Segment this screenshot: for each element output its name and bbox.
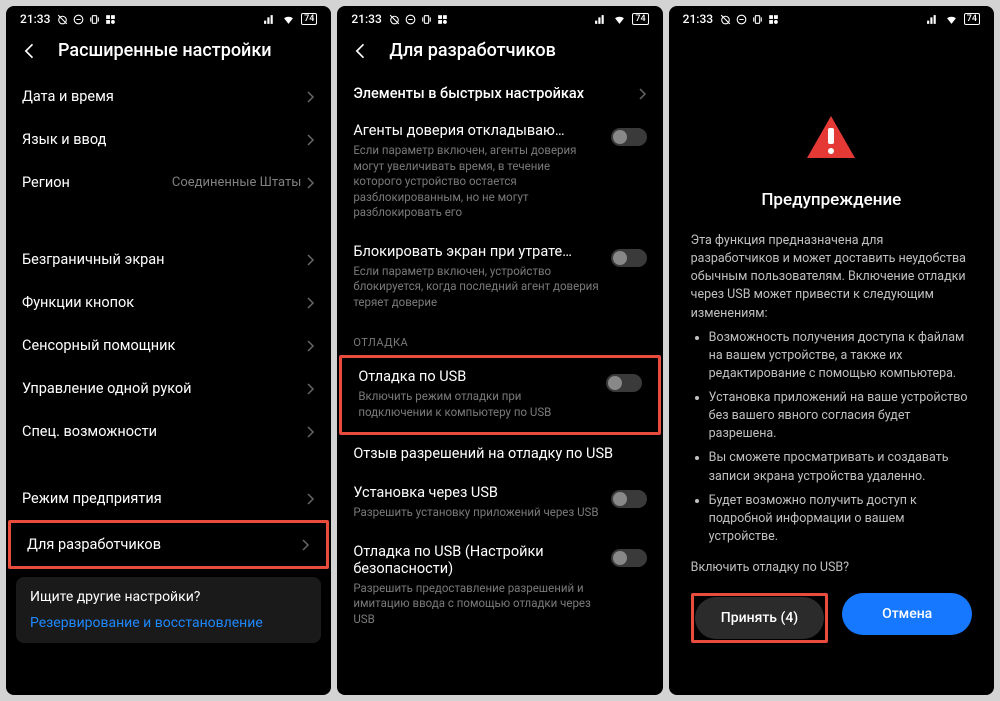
header: Для разработчиков [337, 28, 662, 75]
row-usb-debug-security[interactable]: Отладка по USB (Настройки безопасности) … [337, 533, 662, 640]
row-revoke-usb-auth[interactable]: Отзыв разрешений на отладку по USB [337, 435, 662, 474]
status-icons-left [719, 13, 780, 26]
battery-indicator: 74 [964, 13, 980, 25]
toggle-usb-debug[interactable] [606, 374, 642, 392]
row-region[interactable]: Регион Соединенные Штаты [6, 161, 331, 204]
vibrate-icon [420, 13, 433, 26]
accept-button[interactable]: Принять (4) [695, 597, 825, 639]
warning-icon [669, 114, 994, 162]
page-title: Для разработчиков [389, 40, 556, 61]
chevron-right-icon [307, 297, 315, 309]
section-debug-label: ОТЛАДКА [337, 322, 662, 355]
row-enterprise-mode[interactable]: Режим предприятия [6, 477, 331, 520]
row-usb-debugging[interactable]: Отладка по USB Включить режим отладки пр… [339, 355, 660, 435]
signal-icon [594, 13, 607, 26]
phone-screen-warning-dialog: 21:33 74 Предупреждение Эта функция пред… [669, 6, 994, 695]
status-time: 21:33 [683, 12, 713, 26]
toggle-install-usb[interactable] [611, 490, 647, 508]
dialog-bullet: Вы сможете просматривать и создавать зап… [709, 449, 972, 485]
hint-link[interactable]: Резервирование и восстановление [30, 615, 307, 631]
dialog-question: Включить отладку по USB? [669, 552, 994, 575]
chevron-right-icon [307, 134, 315, 146]
toggle-usb-security[interactable] [611, 549, 647, 567]
row-install-via-usb[interactable]: Установка через USB Разрешить установку … [337, 474, 662, 533]
wifi-icon [945, 13, 958, 26]
wifi-icon [613, 13, 626, 26]
vibrate-icon [751, 13, 764, 26]
row-touch-assistant[interactable]: Сенсорный помощник [6, 324, 331, 367]
status-icons-left [388, 13, 449, 26]
row-developer-options[interactable]: Для разработчиков [8, 520, 329, 569]
header: Расширенные настройки [6, 28, 331, 75]
dialog-bullet: Будет возможно получить доступ к подробн… [709, 492, 972, 546]
dialog-bullet: Возможность получения доступа к файлам н… [709, 329, 972, 383]
dialog-title: Предупреждение [669, 190, 994, 210]
toggle-lock-trust[interactable] [611, 249, 647, 267]
chevron-right-icon [639, 88, 647, 100]
status-icons-left [56, 13, 117, 26]
status-bar: 21:33 74 [669, 6, 994, 28]
wifi-icon [282, 13, 295, 26]
row-accessibility[interactable]: Спец. возможности [6, 410, 331, 453]
chevron-right-icon [302, 539, 310, 551]
alarm-off-icon [56, 13, 69, 26]
phone-screen-developer-options: 21:33 74 Для разработчиков Элементы в бы… [337, 6, 662, 695]
dnd-icon [72, 13, 85, 26]
chevron-right-icon [307, 340, 315, 352]
status-icons-right: 74 [926, 13, 980, 26]
chevron-right-icon [307, 383, 315, 395]
chevron-right-icon [307, 426, 315, 438]
vibrate-icon [88, 13, 101, 26]
phone-screen-advanced-settings: 21:33 74 Расширенные настройки Дата и вр… [6, 6, 331, 695]
cancel-button[interactable]: Отмена [842, 593, 972, 635]
chevron-right-icon [307, 493, 315, 505]
dialog-bullet: Установка приложений на ваше устройство … [709, 389, 972, 443]
signal-icon [926, 13, 939, 26]
dialog-intro: Эта функция предназначена для разработчи… [691, 232, 972, 323]
dnd-icon [735, 13, 748, 26]
chevron-right-icon [307, 91, 315, 103]
row-quick-settings-elements[interactable]: Элементы в быстрых настройках [337, 75, 662, 112]
back-icon[interactable] [351, 41, 371, 61]
signal-icon [263, 13, 276, 26]
dialog-bullet-list: Возможность получения доступа к файлам н… [691, 329, 972, 546]
app-icon [767, 13, 780, 26]
accept-button-highlight: Принять (4) [691, 593, 829, 643]
battery-indicator: 74 [301, 13, 317, 25]
back-icon[interactable] [20, 41, 40, 61]
page-title: Расширенные настройки [58, 40, 272, 61]
alarm-off-icon [388, 13, 401, 26]
app-icon [436, 13, 449, 26]
status-time: 21:33 [20, 12, 50, 26]
dnd-icon [404, 13, 417, 26]
app-icon [104, 13, 117, 26]
hint-question: Ищите другие настройки? [30, 589, 307, 605]
chevron-right-icon [307, 177, 315, 189]
status-bar: 21:33 74 [6, 6, 331, 28]
status-time: 21:33 [351, 12, 381, 26]
battery-indicator: 74 [632, 13, 648, 25]
row-lock-on-trust-lost[interactable]: Блокировать экран при утрате… Если парам… [337, 233, 662, 323]
dialog-body: Эта функция предназначена для разработчи… [669, 232, 994, 552]
hint-card: Ищите другие настройки? Резервирование и… [16, 577, 321, 643]
row-fullscreen[interactable]: Безграничный экран [6, 238, 331, 281]
chevron-right-icon [307, 254, 315, 266]
status-icons-right: 74 [263, 13, 317, 26]
row-one-hand[interactable]: Управление одной рукой [6, 367, 331, 410]
alarm-off-icon [719, 13, 732, 26]
status-bar: 21:33 74 [337, 6, 662, 28]
row-trust-agents-delay[interactable]: Агенты доверия откладываю… Если параметр… [337, 112, 662, 233]
row-language-input[interactable]: Язык и ввод [6, 118, 331, 161]
row-date-time[interactable]: Дата и время [6, 75, 331, 118]
status-icons-right: 74 [594, 13, 648, 26]
row-button-functions[interactable]: Функции кнопок [6, 281, 331, 324]
toggle-trust-agents[interactable] [611, 128, 647, 146]
